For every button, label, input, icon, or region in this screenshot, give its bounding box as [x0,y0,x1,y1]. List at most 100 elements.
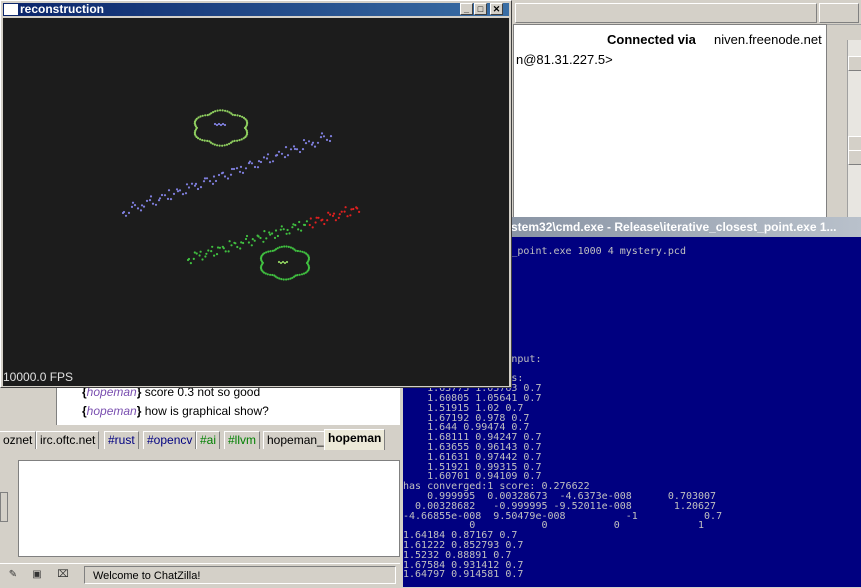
scroll-thumb[interactable] [848,136,861,151]
cloud-outline-top [221,109,224,112]
text-points-blue [307,140,311,143]
scroll-down-button[interactable] [848,150,861,165]
text-points-blue [148,199,152,202]
chat-output-area [513,88,827,237]
text-points-blue [229,173,233,176]
text-points-blue [304,142,308,145]
cloud-outline-top [231,113,234,116]
text-points-green [265,237,268,240]
text-points-blue [214,179,218,183]
text-points-blue [319,136,323,139]
text-points-blue [298,150,302,154]
text-points-blue [127,211,131,214]
status-bar: ✎ ▣ ⌧ Welcome to ChatZilla! [0,563,400,588]
point-cloud-canvas[interactable]: 10000.0 FPS [3,18,509,386]
cloud-outline-bottom [289,277,292,280]
text-points-blue [283,156,287,159]
text-points-blue [133,204,137,207]
text-points-green [276,234,279,238]
cloud-outline-bottom [269,250,272,253]
text-points-blue [178,189,182,192]
pencil-icon[interactable]: ✎ [4,568,22,582]
cloud-outline-top [216,109,219,112]
cloud-outline-bottom [263,252,266,255]
tab-oznet[interactable]: oznet [0,431,37,449]
edit-icon[interactable]: ⌧ [54,568,72,582]
text-points-blue [221,171,225,174]
text-points-blue [212,175,216,178]
channel-header: Connected via niven.freenode.net n@81.31… [513,24,827,90]
text-points-green [189,262,192,265]
text-points-green [291,226,294,229]
cloud-outline-top [240,138,243,141]
message-input[interactable] [18,460,400,557]
text-points-green [305,220,308,223]
text-points-green [224,250,227,253]
tab-opencv[interactable]: #opencv [143,431,197,449]
text-points-green [338,213,341,216]
text-points-green [352,207,355,211]
reconstruction-titlebar[interactable]: reconstruction _ □ ✕ [3,3,509,16]
text-points-green [344,206,347,209]
tab-irc-oftc[interactable]: irc.oftc.net [36,431,100,449]
cloud-inner-top [219,123,223,127]
text-points-green [230,244,233,247]
cloud-inner-bottom [283,261,287,265]
cloud-outline-top [204,114,207,117]
text-points-blue [167,189,171,192]
cloud-inner-top [223,123,227,127]
cloud-inner-top [217,122,221,126]
cloud-outline-bottom [298,273,301,276]
toolbar-segment [515,3,817,23]
cloud-outline-top [216,144,219,147]
chat-messages: {hopeman} score 0.3 not so good {hopeman… [0,385,400,425]
cloud-outline-top [201,139,204,142]
text-points-green [282,228,285,231]
text-points-green [300,229,303,232]
text-points-green [292,223,295,226]
scrollbar[interactable] [847,40,861,236]
tab-hopeman[interactable]: hopeman [324,429,386,450]
nick-button[interactable] [0,492,8,522]
scroll-up-button[interactable] [848,56,861,71]
cloud-outline-bottom [266,273,269,276]
cloud-outline-top [228,142,231,145]
info-icon[interactable]: ▣ [28,568,46,582]
text-points-green [303,223,307,227]
tab-hopeman-underscore[interactable]: hopeman_ [263,431,328,449]
chat-message: {hopeman} how is graphical show? [82,404,269,418]
cloud-outline-top [233,139,236,142]
text-points-green [215,253,219,256]
text-points-blue [211,182,215,185]
text-points-green [331,214,335,217]
text-points-green [253,239,256,242]
text-points-blue [241,171,245,174]
cloud-inner-bottom [285,260,289,264]
cloud-outline-bottom [271,273,274,277]
server-name[interactable]: niven.freenode.net [714,32,822,47]
text-points-blue [158,197,162,200]
message-nick[interactable]: hopeman [87,404,137,418]
text-points-green [309,217,312,220]
tab-rust[interactable]: #rust [104,431,139,449]
text-points-blue [268,161,272,164]
text-points-green [247,241,250,244]
text-points-green [198,254,201,257]
cloud-outline-top [241,115,244,118]
tab-ai[interactable]: #ai [196,431,221,449]
text-points-blue [166,197,170,200]
maximize-button[interactable]: □ [474,3,487,15]
text-points-green [213,254,216,257]
text-points-green [329,213,332,216]
text-points-blue [302,139,306,142]
text-points-blue [184,192,188,195]
text-points-blue [244,167,248,170]
text-points-green [343,210,346,213]
tab-llvm[interactable]: #llvm [224,431,261,449]
text-points-green [297,228,300,231]
minimize-button[interactable]: _ [460,3,473,15]
text-points-blue [328,139,332,143]
text-points-blue [238,170,242,173]
close-button[interactable]: ✕ [490,3,503,15]
cloud-outline-bottom [285,278,288,281]
